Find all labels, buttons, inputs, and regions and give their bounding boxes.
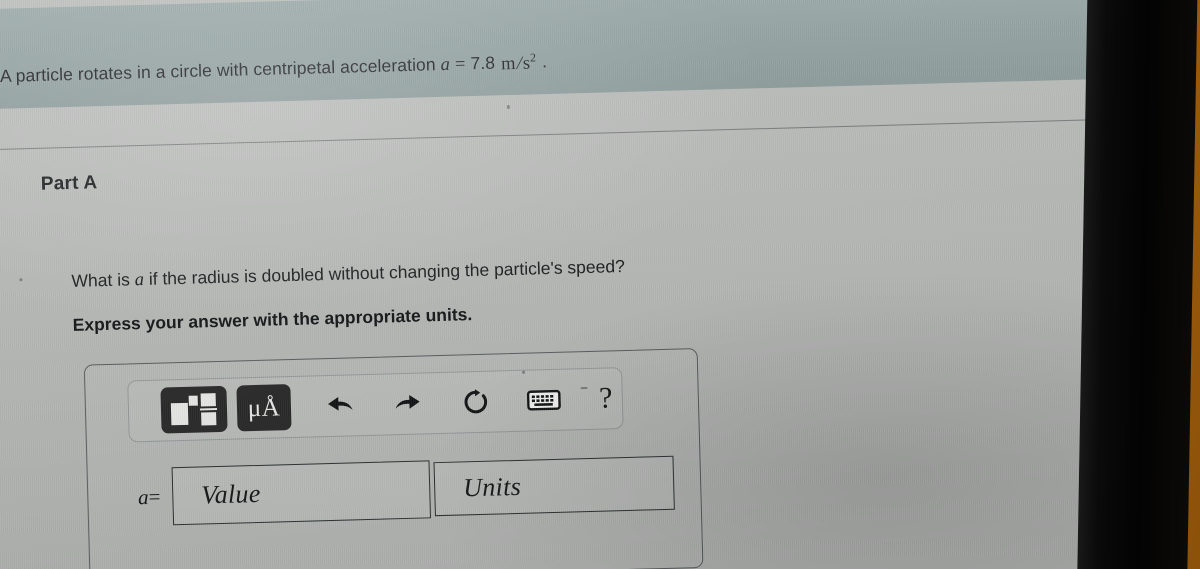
problem-statement-band: A particle rotates in a circle with cent… [0,0,1135,111]
section-divider [0,118,1136,152]
page-title: Part A [40,172,98,195]
redo-button[interactable] [384,380,431,427]
dust-speck [506,105,510,110]
dust-speck [19,278,23,282]
redo-arrow-icon [395,395,420,409]
monitor-bezel [1076,0,1198,569]
statement-value: 7.8 [470,52,496,74]
units-placeholder: Units [462,471,522,503]
reset-circular-arrow-icon [464,389,488,414]
problem-statement-text: A particle rotates in a circle with cent… [0,36,1060,89]
unit-exponent: 2 [529,50,537,65]
template-superscript-box [188,395,198,406]
answer-panel: μÅ ? a= Value Units [83,348,704,569]
monitor-screen: A particle rotates in a circle with cent… [0,0,1149,569]
template-base-box [170,402,189,426]
statement-units: m/s2 [500,50,538,75]
statement-prose: A particle rotates in a circle with cent… [0,54,436,87]
answer-input-row: a= Value Units [87,445,701,536]
units-input[interactable]: Units [433,455,675,517]
answer-toolbar: μÅ ? [127,367,624,443]
statement-period: . [541,51,548,72]
statement-equals: = [454,54,466,75]
value-placeholder: Value [200,478,261,510]
photo-scene: A particle rotates in a circle with cent… [0,0,1200,569]
question-mark-icon: ? [598,381,613,415]
math-template-icon [170,392,219,427]
statement-variable: a [440,54,451,76]
help-button[interactable]: ? [582,375,629,422]
dust-speck [522,370,526,374]
undo-arrow-icon [328,396,353,411]
part-a-header[interactable]: Part A [0,172,98,197]
question-text: What is a if the radius is doubled witho… [71,256,625,293]
answer-variable-label: a= [102,484,161,511]
answer-equals: = [148,484,161,509]
math-template-button[interactable] [160,385,228,434]
template-fraction-numerator [200,393,216,407]
question-prose-end: if the radius is doubled without changin… [148,255,626,289]
special-characters-button[interactable]: μÅ [236,384,292,432]
value-input[interactable]: Value [171,460,432,526]
mu-angstrom-icon: μÅ [247,393,281,422]
dust-speck [580,387,588,390]
template-fraction-denominator [201,412,217,426]
template-fraction-bar [199,408,218,411]
question-prose-start: What is [71,269,131,291]
keyboard-icon [526,389,561,411]
question-variable: a [134,269,145,291]
keyboard-shortcuts-button[interactable] [520,377,567,424]
browser-page: A particle rotates in a circle with cent… [0,0,1149,569]
undo-button[interactable] [316,382,363,429]
instruction-text: Express your answer with the appropriate… [72,304,473,335]
reset-button[interactable] [452,378,499,425]
